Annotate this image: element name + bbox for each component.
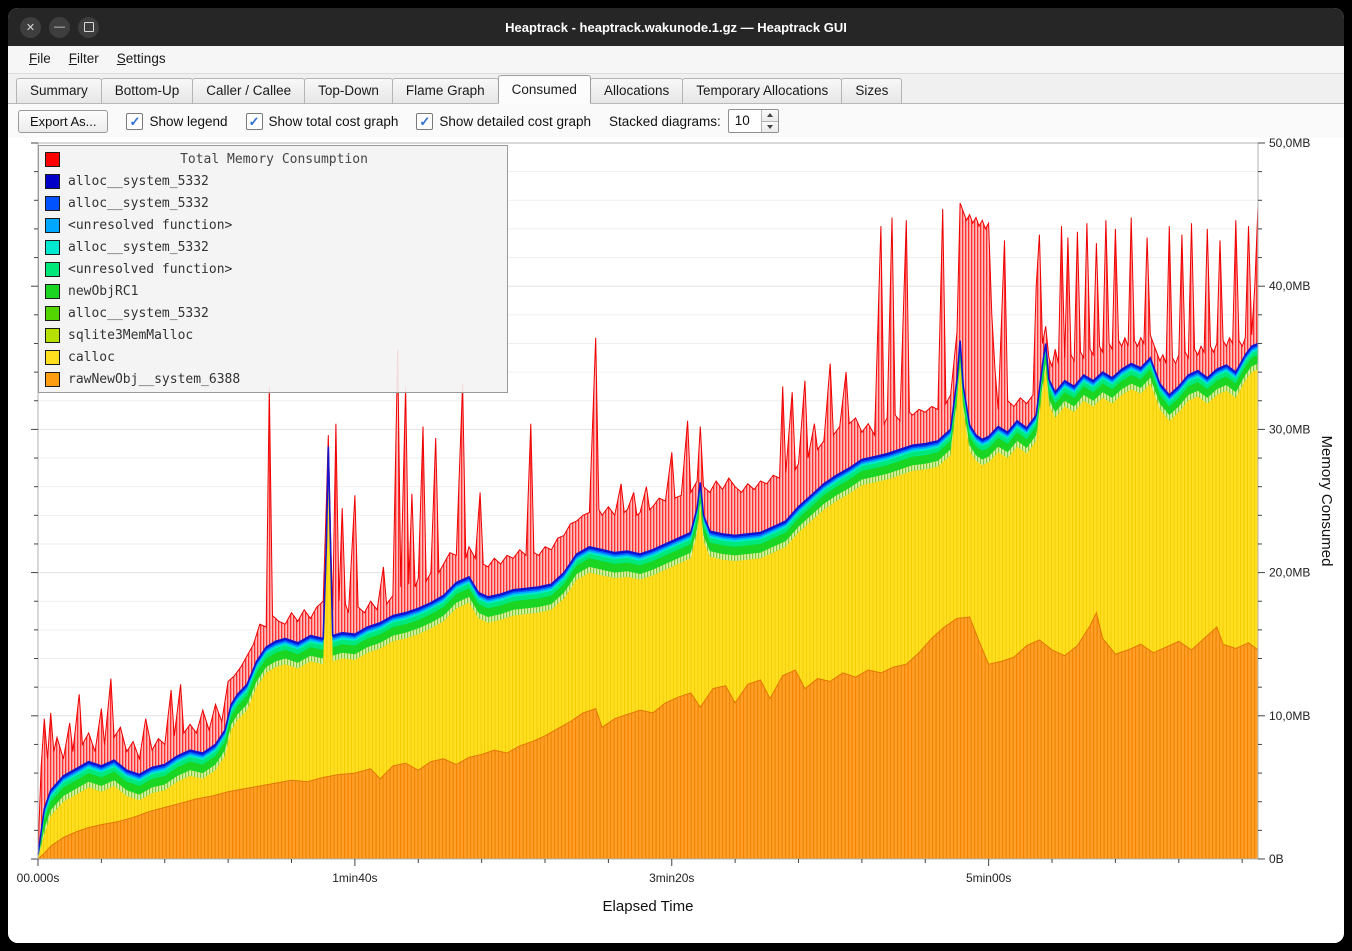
y-axis-label: 30,0MB — [1269, 422, 1310, 436]
tab-sizes[interactable]: Sizes — [841, 78, 902, 103]
legend-item: <unresolved function> — [39, 214, 507, 236]
minimize-button[interactable]: — — [49, 17, 70, 38]
legend-item: calloc — [39, 346, 507, 368]
legend-item: sqlite3MemMalloc — [39, 324, 507, 346]
checkbox-icon: ✓ — [126, 113, 143, 130]
legend-swatch — [45, 262, 60, 277]
legend-swatch — [45, 240, 60, 255]
legend-label: sqlite3MemMalloc — [68, 328, 193, 343]
legend-label: <unresolved function> — [68, 218, 232, 233]
chart-legend: Total Memory Consumption alloc__system_53… — [38, 145, 508, 393]
legend-item: <unresolved function> — [39, 258, 507, 280]
checkbox-show-total-cost-graph[interactable]: ✓ Show total cost graph — [246, 113, 399, 130]
legend-label: alloc__system_5332 — [68, 306, 209, 321]
legend-item: newObjRC1 — [39, 280, 507, 302]
tab-summary[interactable]: Summary — [16, 78, 102, 103]
tab-bottom-up[interactable]: Bottom-Up — [101, 78, 194, 103]
checkbox-icon: ✓ — [416, 113, 433, 130]
app-window: ✕ — Heaptrack - heaptrack.wakunode.1.gz … — [8, 8, 1344, 943]
close-button[interactable]: ✕ — [20, 17, 41, 38]
x-axis-label: 00.000s — [17, 871, 60, 885]
legend-swatch — [45, 196, 60, 211]
checkbox-label: Show detailed cost graph — [439, 114, 591, 129]
stacked-diagrams-value[interactable]: 10 — [729, 110, 761, 132]
checkbox-show-detailed-cost-graph[interactable]: ✓ Show detailed cost graph — [416, 113, 591, 130]
y-axis-label: 20,0MB — [1269, 566, 1310, 580]
tab-bar: SummaryBottom-UpCaller / CalleeTop-DownF… — [8, 74, 1344, 104]
legend-swatch — [45, 174, 60, 189]
x-axis-label: 3min20s — [649, 871, 694, 885]
chart-area: 0B 10,0MB 20,0MB 30,0MB 40,0MB 50,0MB 00.000s 1… — [8, 138, 1344, 943]
tab-temporary-allocations[interactable]: Temporary Allocations — [682, 78, 842, 103]
checkbox-icon: ✓ — [246, 113, 263, 130]
legend-swatch — [45, 372, 60, 387]
legend-swatch — [45, 152, 60, 167]
legend-item: rawNewObj__system_6388 — [39, 368, 507, 390]
checkbox-label: Show total cost graph — [269, 114, 399, 129]
spin-up-icon — [767, 113, 773, 117]
stacked-diagrams-control: Stacked diagrams: 10 — [609, 109, 779, 133]
toolbar: Export As... ✓ Show legend ✓ Show total cos… — [8, 104, 1344, 138]
legend-label: newObjRC1 — [68, 284, 138, 299]
menu-bar: FileFilterSettings — [8, 46, 1344, 74]
legend-label: Total Memory Consumption — [68, 152, 480, 167]
spin-down-icon — [767, 125, 773, 129]
legend-label: rawNewObj__system_6388 — [68, 372, 240, 387]
legend-swatch — [45, 328, 60, 343]
title-bar: ✕ — Heaptrack - heaptrack.wakunode.1.gz … — [8, 8, 1344, 46]
y-axis-label: 0B — [1269, 852, 1284, 866]
tab-caller-callee[interactable]: Caller / Callee — [192, 78, 305, 103]
checkbox-label: Show legend — [149, 114, 227, 129]
export-as-button[interactable]: Export As... — [18, 110, 108, 133]
y-axis-label: 40,0MB — [1269, 279, 1310, 293]
legend-swatch — [45, 284, 60, 299]
legend-item: alloc__system_5332 — [39, 236, 507, 258]
legend-swatch — [45, 350, 60, 365]
legend-label: alloc__system_5332 — [68, 196, 209, 211]
stacked-diagrams-spinbox[interactable]: 10 — [728, 109, 779, 133]
tab-allocations[interactable]: Allocations — [590, 78, 683, 103]
menu-file[interactable]: File — [20, 46, 60, 73]
legend-item: alloc__system_5332 — [39, 302, 507, 324]
menu-filter[interactable]: Filter — [60, 46, 108, 73]
legend-swatch — [45, 306, 60, 321]
legend-label: calloc — [68, 350, 115, 365]
legend-label: alloc__system_5332 — [68, 174, 209, 189]
close-icon: ✕ — [26, 21, 35, 34]
legend-item: alloc__system_5332 — [39, 170, 507, 192]
y-axis-label: 10,0MB — [1269, 709, 1310, 723]
spin-up-button[interactable] — [762, 110, 778, 121]
y-axis-title: Memory Consumed — [1318, 436, 1335, 567]
spin-down-button[interactable] — [762, 121, 778, 133]
window-title: Heaptrack - heaptrack.wakunode.1.gz — He… — [8, 20, 1344, 35]
tab-top-down[interactable]: Top-Down — [304, 78, 393, 103]
tab-flame-graph[interactable]: Flame Graph — [392, 78, 499, 103]
x-axis-label: 5min00s — [966, 871, 1011, 885]
legend-label: alloc__system_5332 — [68, 240, 209, 255]
minimize-icon: — — [54, 21, 65, 33]
window-controls: ✕ — — [8, 17, 99, 38]
maximize-button[interactable] — [78, 17, 99, 38]
x-axis-label: 1min40s — [332, 871, 377, 885]
tab-consumed[interactable]: Consumed — [498, 75, 591, 104]
legend-title-row: Total Memory Consumption — [39, 148, 507, 170]
y-axis-label: 50,0MB — [1269, 138, 1310, 150]
legend-label: <unresolved function> — [68, 262, 232, 277]
x-axis-title: Elapsed Time — [603, 898, 694, 915]
desktop: { "window": { "title": "Heaptrack - heap… — [0, 0, 1352, 951]
checkbox-group: ✓ Show legend ✓ Show total cost graph ✓ Show … — [126, 113, 591, 130]
legend-swatch — [45, 218, 60, 233]
spin-buttons — [761, 110, 778, 132]
stacked-diagrams-label: Stacked diagrams: — [609, 114, 721, 129]
legend-item: alloc__system_5332 — [39, 192, 507, 214]
menu-settings[interactable]: Settings — [108, 46, 175, 73]
maximize-icon — [84, 22, 94, 32]
checkbox-show-legend[interactable]: ✓ Show legend — [126, 113, 227, 130]
